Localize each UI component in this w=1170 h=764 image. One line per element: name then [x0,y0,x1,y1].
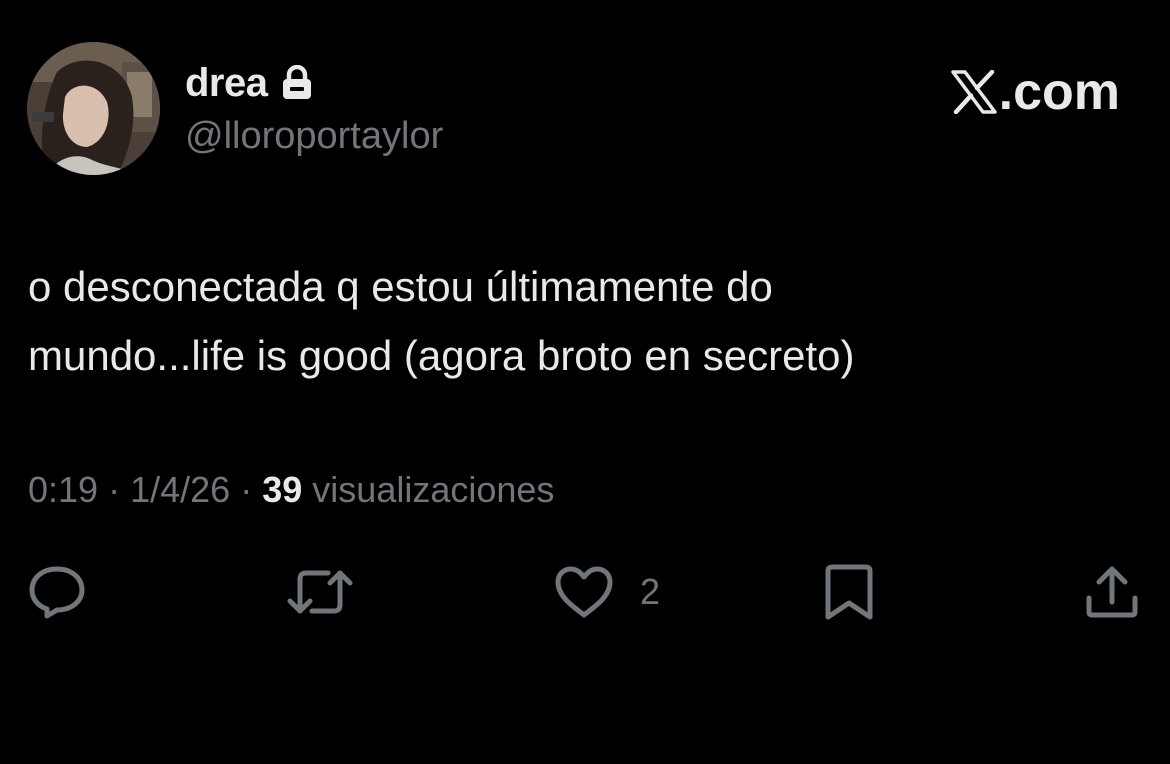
tweet-date[interactable]: 1/4/26 [130,469,230,510]
display-name[interactable]: drea [185,58,268,108]
profile-name-row: drea [185,58,314,108]
tweet-text-line: mundo...life is good (agora broto en sec… [28,332,855,379]
share-icon [1084,564,1140,620]
reply-icon [28,565,86,619]
views-label: visualizaciones [312,469,555,510]
like-button[interactable]: 2 [554,562,660,622]
x-logo-icon [950,69,997,115]
share-button[interactable] [1084,562,1140,622]
retweet-button[interactable] [286,562,354,622]
user-handle[interactable]: @lloroportaylor [185,112,443,160]
bookmark-button[interactable] [822,562,876,622]
like-count: 2 [640,571,661,612]
tweet-meta: 0:19 · 1/4/26 · 39 visualizaciones [28,466,554,514]
meta-separator: · [240,469,253,510]
retweet-icon [286,567,354,617]
views-count: 39 [262,469,303,510]
tweet-text-line: o desconectada q estou últimamente do [28,263,773,310]
brand-domain-text: .com [998,63,1120,121]
heart-icon [554,565,614,619]
avatar[interactable] [27,42,160,175]
tweet-time[interactable]: 0:19 [28,469,98,510]
tweet-text: o desconectada q estou últimamente do mu… [28,252,1128,390]
meta-separator: · [108,469,121,510]
brand-watermark: .com [950,63,1120,121]
lock-icon [280,64,314,101]
bookmark-icon [822,563,876,621]
reply-button[interactable] [28,562,86,622]
